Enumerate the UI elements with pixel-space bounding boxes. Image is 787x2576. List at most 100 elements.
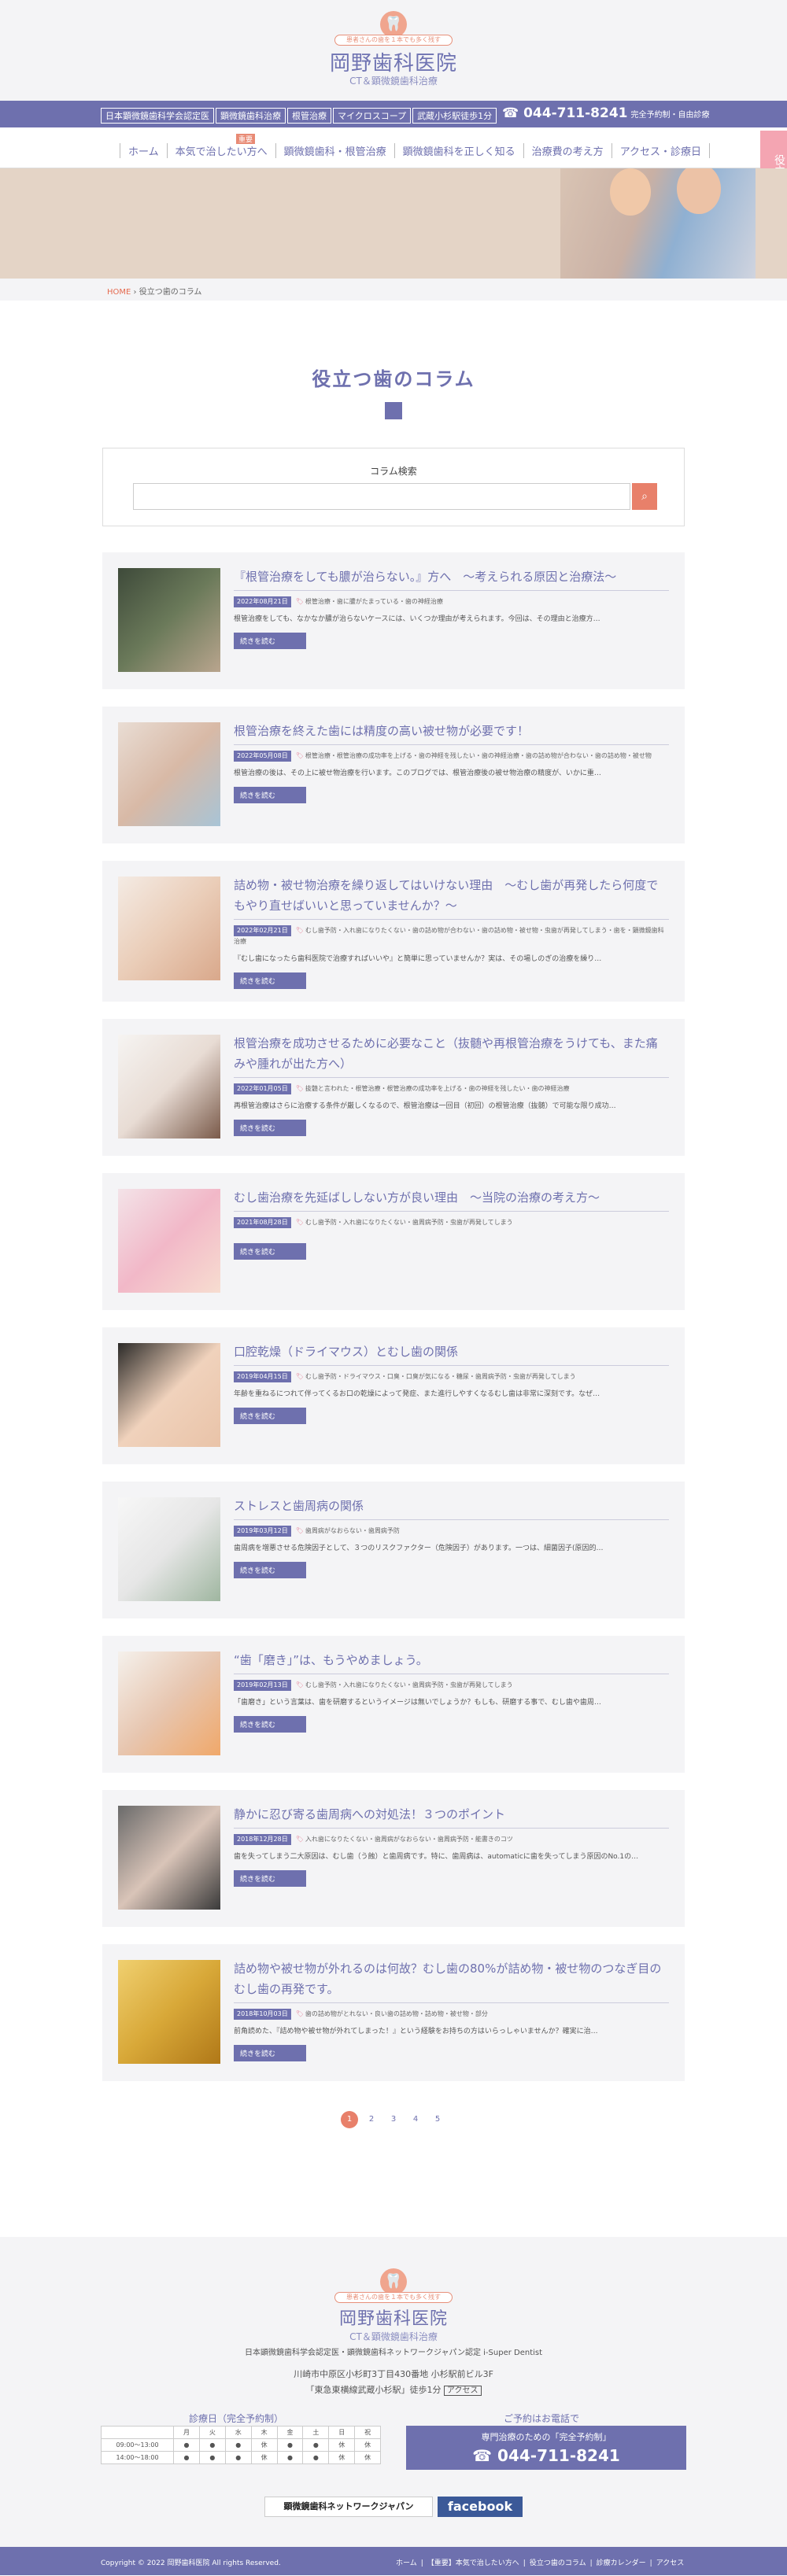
hero-photo	[560, 168, 756, 279]
footer-bottom-bar: Copyright © 2022 岡野歯科医院 All rights Reser…	[0, 2547, 787, 2575]
article-thumbnail[interactable]	[118, 1343, 220, 1447]
read-more-button[interactable]: 続きを読む	[234, 1120, 306, 1136]
read-more-button[interactable]: 続きを読む	[234, 2045, 306, 2061]
network-banner[interactable]: 顕微鏡歯科ネットワークジャパン	[264, 2497, 433, 2517]
page-3[interactable]: 3	[385, 2111, 402, 2128]
article-tags[interactable]: 抜髄と言われた・根管治療・根管治療の成功率を上げる・歯の神経を残したい・歯の神経…	[305, 1085, 570, 1092]
access-button[interactable]: アクセス	[444, 2386, 482, 2396]
nav-item-home[interactable]: ホーム	[120, 143, 167, 158]
article-thumbnail[interactable]	[118, 1960, 220, 2064]
clinic-name[interactable]: 岡野歯科医院	[0, 47, 787, 76]
main-nav: ホーム 本気で治したい方へ 顕微鏡歯科・根管治療 顕微鏡歯科を正しく知る 治療費の考え方…	[0, 127, 787, 168]
schedule-cell: ●	[224, 2438, 252, 2452]
article-tags[interactable]: 歯周病がなおらない・歯周病予防	[305, 1527, 400, 1534]
footer-clinic-name[interactable]: 岡野歯科医院	[0, 2305, 787, 2330]
tel-title: ご予約はお電話で	[504, 2413, 580, 2424]
tooth-logo-icon[interactable]: 🦷	[380, 2268, 407, 2295]
article-tags[interactable]: 根管治療・歯に膿がたまっている・歯の神経治療	[305, 598, 443, 605]
nav-item-microscope-root-canal[interactable]: 顕微鏡歯科・根管治療	[275, 143, 394, 158]
article-title[interactable]: 『根管治療をしても膿が治らない。』方へ ～考えられる原因と治療法～	[234, 566, 669, 591]
read-more-button[interactable]: 続きを読む	[234, 787, 306, 803]
footer-link-calendar[interactable]: 診療カレンダー	[597, 2559, 646, 2567]
article-date: 2022年01月05日	[234, 1083, 291, 1094]
article-title[interactable]: 詰め物や被せ物が外れるのは何故？むし歯の80%が詰め物・被せ物のつなぎ目のむし歯…	[234, 1958, 669, 2003]
article-date: 2019年02月13日	[234, 1680, 291, 1691]
page-2[interactable]: 2	[363, 2111, 380, 2128]
read-more-button[interactable]: 続きを読む	[234, 633, 306, 649]
article-date: 2018年12月28日	[234, 1834, 291, 1845]
article-title[interactable]: ストレスと歯周病の関係	[234, 1496, 669, 1520]
article-title[interactable]: 詰め物・被せ物治療を繰り返してはいけない理由 ～むし歯が再発したら何度でもやり直…	[234, 875, 669, 920]
page-5[interactable]: 5	[429, 2111, 446, 2128]
title-decoration	[385, 402, 402, 419]
article-tags[interactable]: 入れ歯になりたくない・歯周病がなおらない・歯周病予防・能書きのコツ	[305, 1836, 513, 1843]
read-more-button[interactable]: 続きを読む	[234, 1243, 306, 1260]
read-more-button[interactable]: 続きを読む	[234, 1408, 306, 1424]
breadcrumb-home[interactable]: HOME	[107, 288, 131, 297]
nav-item-serious[interactable]: 本気で治したい方へ	[166, 143, 275, 158]
article-list: 『根管治療をしても膿が治らない。』方へ ～考えられる原因と治療法～ 2022年0…	[102, 552, 685, 2081]
article-title[interactable]: “歯「磨き」”は、もうやめましょう。	[234, 1650, 669, 1674]
schedule-cell: 09:00～13:00	[101, 2438, 174, 2452]
tag-icon: 🏷	[295, 1681, 304, 1688]
footer-link-access[interactable]: アクセス	[656, 2559, 685, 2567]
article-meta: 2022年01月05日 🏷 抜髄と言われた・根管治療・根管治療の成功率を上げる・歯の…	[234, 1083, 669, 1094]
read-more-button[interactable]: 続きを読む	[234, 1870, 306, 1887]
article-title[interactable]: 根管治療を成功させるために必要なこと（抜髄や再根管治療をうけても、また痛みや腫れ…	[234, 1033, 669, 1078]
article-date: 2018年10月03日	[234, 2009, 291, 2020]
hero-photo-woman	[610, 168, 651, 216]
read-more-button[interactable]: 続きを読む	[234, 1562, 306, 1578]
nav-item-access[interactable]: アクセス・診療日	[611, 143, 711, 158]
article-thumbnail[interactable]	[118, 1189, 220, 1293]
article-thumbnail[interactable]	[118, 1497, 220, 1601]
article-tags[interactable]: むし歯予防・入れ歯になりたくない・歯周病予防・虫歯が再発してしまう	[305, 1219, 513, 1226]
breadcrumb: HOME › 役立つ歯のコラム	[0, 279, 787, 301]
article-title[interactable]: 静かに忍び寄る歯周病への対処法！３つのポイント	[234, 1804, 669, 1829]
article-title[interactable]: 根管治療を終えた歯には精度の高い被せ物が必要です！	[234, 721, 669, 745]
article-thumbnail[interactable]	[118, 1035, 220, 1139]
article-thumbnail[interactable]	[118, 1806, 220, 1910]
page-4[interactable]: 4	[407, 2111, 424, 2128]
footer-link-column[interactable]: 役立つ歯のコラム	[530, 2559, 586, 2567]
read-more-button[interactable]: 続きを読む	[234, 972, 306, 989]
schedule-header-cell: 水	[224, 2426, 252, 2439]
read-more-button[interactable]: 続きを読む	[234, 1716, 306, 1733]
schedule-header-cell: 土	[302, 2426, 330, 2439]
schedule-cell: ●	[276, 2438, 304, 2452]
article-excerpt: 『むし歯になったら歯科医院で治療すればいいや』と簡単に思っていませんか？実は、そ…	[234, 955, 602, 963]
article-meta: 2021年08月28日 🏷 むし歯予防・入れ歯になりたくない・歯周病予防・虫歯が再発…	[234, 1217, 669, 1228]
tel-box-note: 専門治療のための「完全予約制」	[481, 2432, 611, 2442]
schedule-header-cell: 月	[173, 2426, 200, 2439]
article-title[interactable]: 口腔乾燥（ドライマウス）とむし歯の関係	[234, 1342, 669, 1366]
article-card: 根管治療を終えた歯には精度の高い被せ物が必要です！ 2022年05月08日 🏷 根管…	[102, 707, 685, 843]
search-button[interactable]: ⌕	[632, 483, 657, 510]
article-tags[interactable]: むし歯予防・ドライマウス・口臭・口臭が気になる・糖尿・歯周病予防・虫歯が再発して…	[305, 1373, 576, 1380]
header-tag: 顕微鏡歯科治療	[216, 108, 286, 124]
tag-icon: 🏷	[295, 752, 304, 759]
nav-item-fees[interactable]: 治療費の考え方	[523, 143, 611, 158]
footer-link-home[interactable]: ホーム	[396, 2559, 417, 2567]
tel-box[interactable]: 専門治療のための「完全予約制」 ☎ 044-711-8241	[406, 2426, 686, 2470]
header-phone[interactable]: ☎ 044-711-8241 完全予約制・自由診療	[502, 105, 710, 121]
facebook-banner[interactable]: facebook	[438, 2497, 523, 2517]
article-thumbnail[interactable]	[118, 722, 220, 826]
article-tags[interactable]: 歯の詰め物がとれない・良い歯の詰め物・詰め物・被せ物・部分	[305, 2010, 488, 2017]
schedule-cell: 休	[250, 2438, 278, 2452]
logo-tagline: 患者さんの歯を１本でも多く残す	[334, 35, 453, 46]
footer-link-serious[interactable]: 【重要】本気で治したい方へ	[427, 2559, 519, 2567]
tooth-logo-icon[interactable]: 🦷	[380, 11, 407, 38]
article-card: 『根管治療をしても膿が治らない。』方へ ～考えられる原因と治療法～ 2022年0…	[102, 552, 685, 689]
nav-item-microscope-knowledge[interactable]: 顕微鏡歯科を正しく知る	[394, 143, 523, 158]
tag-icon: 🏷	[295, 1836, 304, 1843]
column-search: コラム検索 ⌕	[102, 448, 685, 526]
search-input[interactable]	[133, 483, 630, 510]
article-tags[interactable]: むし歯予防・入れ歯になりたくない・歯周病予防・虫歯が再発してしまう	[305, 1681, 513, 1688]
article-thumbnail[interactable]	[118, 877, 220, 980]
article-thumbnail[interactable]	[118, 1652, 220, 1755]
page-1[interactable]: 1	[341, 2111, 358, 2128]
article-tags[interactable]: 根管治療・根管治療の成功率を上げる・歯の神経を残したい・歯の神経治療・歯の詰め物…	[305, 752, 652, 759]
article-title[interactable]: むし歯治療を先延ばししない方が良い理由 ～当院の治療の考え方～	[234, 1187, 669, 1212]
article-thumbnail[interactable]	[118, 568, 220, 672]
footer-address: 川崎市中原区小杉町3丁目430番地 小杉駅前ビル3F	[294, 2369, 493, 2379]
schedule-table: 月火水木金土日祝 09:00～13:00 ● ● ● 休 ● ● 休休 14:00～18:00…	[101, 2426, 381, 2464]
